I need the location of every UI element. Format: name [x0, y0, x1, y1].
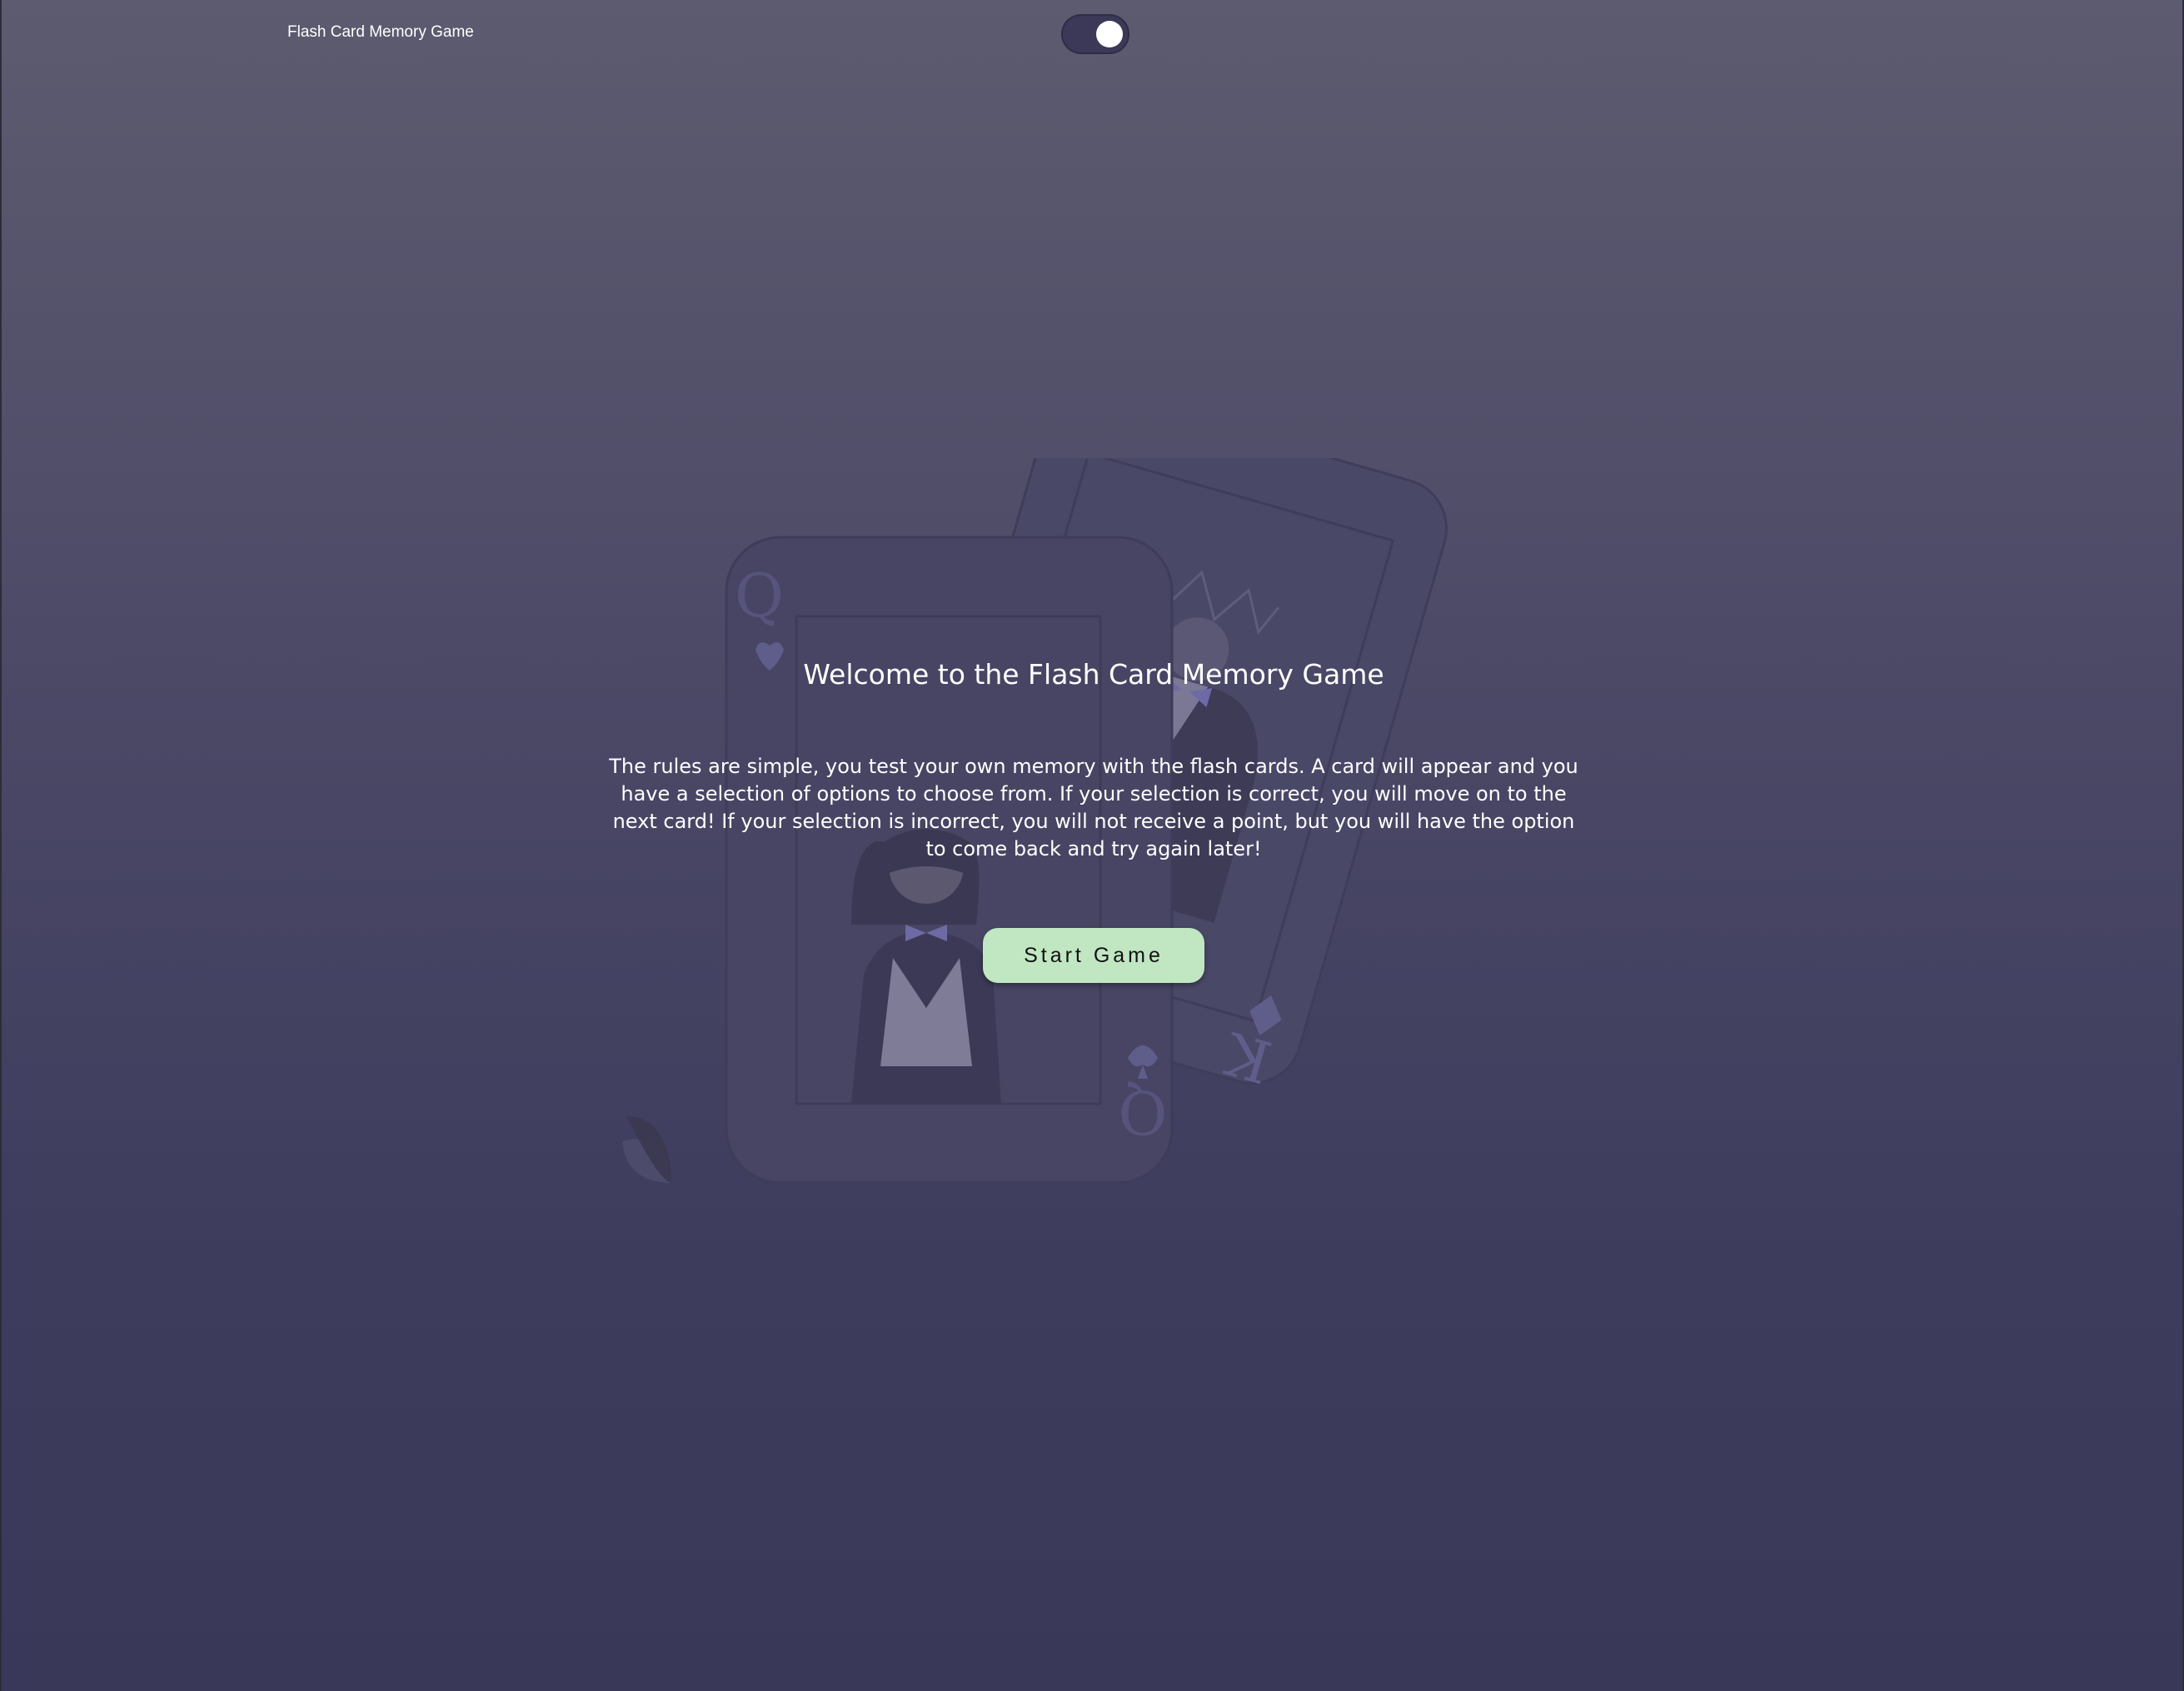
- queen-letter-top: Q: [735, 561, 784, 631]
- welcome-title: Welcome to the Flash Card Memory Game: [803, 658, 1384, 691]
- theme-toggle[interactable]: [1061, 14, 1129, 54]
- start-game-button[interactable]: Start Game: [983, 928, 1204, 983]
- toggle-knob: [1096, 21, 1123, 47]
- queen-letter-bottom: Q: [1118, 1077, 1167, 1147]
- page-background: Flash Card Memory Game K K: [0, 0, 2184, 1691]
- app-title: Flash Card Memory Game: [287, 23, 474, 41]
- rules-text: The rules are simple, you test your own …: [609, 755, 1578, 860]
- leaf-decoration: [622, 1116, 672, 1183]
